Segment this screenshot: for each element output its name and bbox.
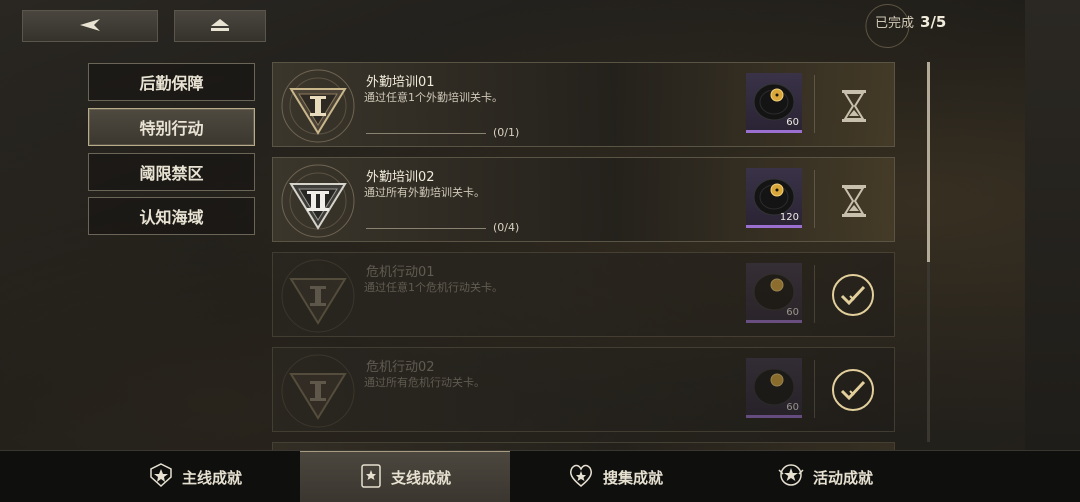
right-edge-panel — [1025, 0, 1080, 450]
rank-II-emblem-icon — [279, 162, 357, 240]
collection-achievement-icon — [567, 462, 595, 492]
card-divider — [814, 170, 815, 228]
category-liminal-zone[interactable]: 阈限禁区 — [88, 153, 255, 191]
tab-label: 主线成就 — [181, 468, 242, 487]
hourglass-icon — [829, 176, 879, 226]
progress-bar — [366, 133, 486, 134]
progress-bar — [366, 228, 486, 229]
tab-main-achievements[interactable]: 主线成就 — [90, 451, 300, 502]
category-special-ops[interactable]: 特别行动 — [88, 108, 255, 146]
checkmark-icon[interactable] — [828, 365, 878, 415]
category-label: 特别行动 — [139, 119, 204, 138]
reward-item[interactable]: 60 — [746, 263, 802, 323]
card-divider — [814, 75, 815, 133]
tab-label: 支线成就 — [390, 469, 451, 487]
bottom-tab-bar: 主线成就 支线成就 搜集成就 活动成就 — [0, 450, 1080, 502]
hourglass-icon — [829, 81, 879, 131]
achievement-description: 通过所有外勤培训关卡。 — [364, 186, 485, 199]
back-arrow-icon — [79, 17, 101, 36]
tab-collection-achievements[interactable]: 搜集成就 — [510, 451, 720, 502]
reward-item[interactable]: 120 — [746, 168, 802, 228]
side-achievement-icon — [359, 463, 383, 493]
completion-progress: 已完成 3/5 — [865, 4, 947, 48]
progress-label: 已完成 — [875, 16, 915, 31]
achievement-card[interactable]: 危机行动01 通过任意1个危机行动关卡。 60 — [272, 252, 895, 337]
achievement-progress: (0/4) — [493, 221, 520, 234]
achievement-title: 外勤培训02 — [366, 170, 435, 185]
tab-label: 活动成就 — [812, 468, 873, 487]
event-achievement-icon — [777, 462, 805, 492]
checkmark-icon[interactable] — [828, 270, 878, 320]
scrollbar-thumb[interactable] — [927, 62, 930, 262]
list-scrollbar[interactable] — [927, 62, 930, 442]
tab-label: 搜集成就 — [602, 468, 663, 487]
achievement-description: 通过任意1个危机行动关卡。 — [364, 281, 503, 294]
category-label: 后勤保障 — [139, 74, 204, 93]
rank-I-emblem-icon — [279, 67, 357, 145]
main-achievement-icon — [148, 462, 174, 492]
tab-event-achievements[interactable]: 活动成就 — [720, 451, 930, 502]
achievement-list[interactable]: 外勤培训01 通过任意1个外勤培训关卡。 (0/1) 60 外勤培训02 通过所… — [272, 62, 895, 450]
back-button[interactable] — [22, 10, 158, 42]
card-divider — [814, 360, 815, 418]
achievement-description: 通过任意1个外勤培训关卡。 — [364, 91, 503, 104]
reward-quantity: 120 — [779, 212, 799, 223]
reward-item[interactable]: 60 — [746, 358, 802, 418]
category-label: 认知海域 — [139, 208, 204, 227]
achievement-card[interactable]: 危机行动02 通过所有危机行动关卡。 60 — [272, 347, 895, 432]
achievement-card[interactable]: 外勤培训02 通过所有外勤培训关卡。 (0/4) 120 — [272, 157, 895, 242]
achievement-card-partial — [272, 442, 895, 450]
reward-quantity: 60 — [786, 307, 799, 318]
category-label: 阈限禁区 — [139, 164, 204, 183]
achievement-title: 危机行动02 — [366, 360, 435, 375]
rank-I-emblem-icon — [279, 352, 357, 430]
achievement-title: 危机行动01 — [366, 265, 435, 280]
achievement-title: 外勤培训01 — [366, 75, 435, 90]
category-cognitive-sea[interactable]: 认知海域 — [88, 197, 255, 235]
card-divider — [814, 265, 815, 323]
tab-side-achievements[interactable]: 支线成就 — [300, 451, 510, 502]
home-icon — [210, 17, 230, 36]
achievement-card[interactable]: 外勤培训01 通过任意1个外勤培训关卡。 (0/1) 60 — [272, 62, 895, 147]
reward-quantity: 60 — [786, 402, 799, 413]
progress-count: 3/5 — [920, 12, 947, 31]
reward-item[interactable]: 60 — [746, 73, 802, 133]
achievement-progress: (0/1) — [493, 126, 520, 139]
rank-I-emblem-icon — [279, 257, 357, 335]
achievement-description: 通过所有危机行动关卡。 — [364, 376, 485, 389]
category-logistics[interactable]: 后勤保障 — [88, 63, 255, 101]
reward-quantity: 60 — [786, 117, 799, 128]
home-button[interactable] — [174, 10, 266, 42]
